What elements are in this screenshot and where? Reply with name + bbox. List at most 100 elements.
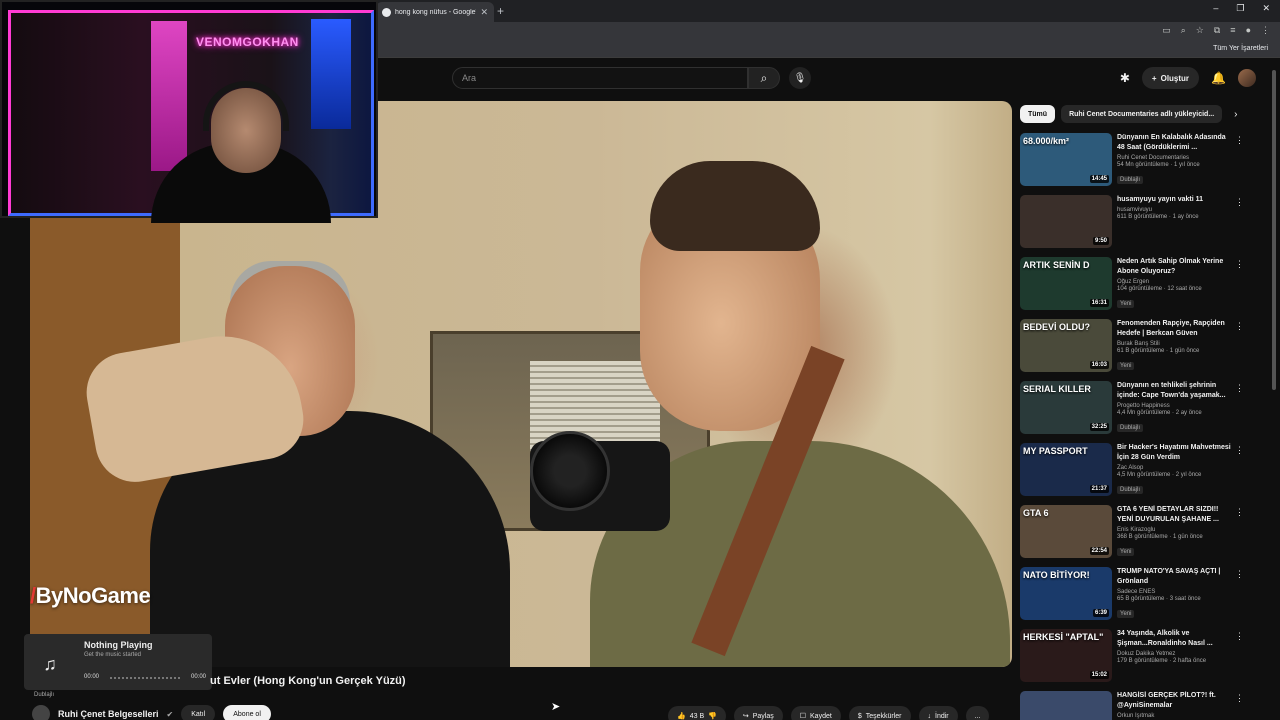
recommendation-title[interactable]: HANGİSİ GERÇEK PİLOT?! ft. @AyniSinemala… — [1117, 691, 1235, 711]
kebab-menu-icon[interactable]: ⋮ — [1235, 507, 1244, 518]
kebab-menu-icon[interactable]: ⋮ — [1235, 445, 1244, 456]
kebab-menu-icon[interactable]: ⋮ — [1235, 383, 1244, 394]
subscribe-button[interactable]: Abone ol — [223, 705, 271, 720]
bookmark-star-icon[interactable]: ☆ — [1196, 25, 1204, 36]
recommendation-channel[interactable]: Dokuz Dakika Yetmez — [1117, 651, 1235, 657]
chevron-right-icon[interactable]: › — [1234, 109, 1237, 120]
recommendation-item[interactable]: BEDEVİ OLDU? 16:03 Fenomenden Rapçiye, Rap… — [1020, 319, 1250, 381]
join-button[interactable]: Katıl — [181, 705, 216, 720]
voice-search-button[interactable]: 🎙 — [789, 67, 811, 89]
kebab-menu-icon[interactable]: ⋮ — [1235, 631, 1244, 642]
thanks-button[interactable]: $ Teşekkürler — [848, 706, 911, 720]
kebab-menu-icon[interactable]: ⋮ — [1235, 693, 1244, 704]
recommendation-title[interactable]: Neden Artık Sahip Olmak Yerine Abone Olu… — [1117, 257, 1235, 277]
recommendation-meta: 65 B görüntüleme · 3 saat önce — [1117, 596, 1201, 602]
recommendation-channel[interactable]: Orkun Işıtmak — [1117, 713, 1235, 719]
channel-avatar[interactable] — [32, 705, 50, 720]
recommendation-channel[interactable]: Sadece ENES — [1117, 589, 1235, 595]
recommendation-thumbnail[interactable]: MY PASSPORT 21:37 — [1020, 443, 1112, 496]
save-button[interactable]: ☐ Kaydet — [790, 706, 841, 720]
recommendation-thumbnail[interactable]: 9:50 — [1020, 195, 1112, 248]
recommendation-item[interactable]: HERKESİ "APTAL" 15:02 34 Yaşında, Alkolik … — [1020, 629, 1250, 691]
recommendation-title[interactable]: GTA 6 YENİ DETAYLAR SIZDI!! YENİ DUYURUL… — [1117, 505, 1235, 525]
recommendation-channel[interactable]: Burak Barış Stili — [1117, 341, 1235, 347]
thanks-icon: $ — [857, 712, 862, 720]
maximize-button[interactable]: ❐ — [1236, 3, 1244, 14]
recommendation-title[interactable]: Dünyanın En Kalabalık Adasında 48 Saat (… — [1117, 133, 1235, 153]
all-bookmarks-button[interactable]: Tüm Yer İşaretleri — [1213, 45, 1268, 52]
music-widget[interactable]: ♫ Nothing Playing Get the music started … — [24, 634, 212, 690]
close-window-button[interactable]: ✕ — [1262, 3, 1270, 14]
recommendation-thumbnail[interactable]: BEDEVİ OLDU? 16:03 — [1020, 319, 1112, 372]
recommendation-item[interactable]: HANGİSİ GERÇEK PİLOT?! ft. @AyniSinemala… — [1020, 691, 1250, 720]
bell-icon[interactable]: 🔔 — [1211, 71, 1226, 85]
recommendation-badge: Yeni — [1117, 548, 1135, 556]
browser-tab[interactable]: hong kong nüfus - Google'da A ✕ — [376, 2, 494, 22]
account-avatar[interactable] — [1238, 69, 1256, 87]
kebab-menu-icon[interactable]: ⋮ — [1235, 197, 1244, 208]
recommendation-thumbnail[interactable]: 68.000/km² 14:45 — [1020, 133, 1112, 186]
thanks-label: Teşekkürler — [865, 712, 902, 720]
recommendation-title[interactable]: Fenomenden Rapçiye, Rapçiden Hedefe | Be… — [1117, 319, 1235, 339]
recommendation-item[interactable]: NATO BİTİYOR! 6:39 TRUMP NATO'YA SAVAŞ AÇT… — [1020, 567, 1250, 629]
recommendation-title[interactable]: husamyuyu yayın vakti 11 — [1117, 195, 1235, 205]
channel-watermark: /ByNoGame — [30, 583, 151, 609]
thumbs-down-icon[interactable]: 👎 — [708, 712, 717, 720]
chip-all[interactable]: Tümü — [1020, 105, 1056, 123]
recommendation-item[interactable]: GTA 6 22:54 GTA 6 YENİ DETAYLAR SIZDI!! YE… — [1020, 505, 1250, 567]
music-note-icon: ♫ — [43, 653, 57, 674]
extensions-icon[interactable]: ⧉ — [1214, 25, 1220, 36]
recommendation-channel[interactable]: Progetto Happiness — [1117, 403, 1235, 409]
notification-extra-icon[interactable]: ✱ — [1120, 71, 1130, 85]
create-button[interactable]: + Oluştur — [1141, 67, 1200, 89]
kebab-menu-icon[interactable]: ⋮ — [1235, 569, 1244, 580]
new-tab-button[interactable]: + — [497, 4, 504, 18]
recommendation-badge: Yeni — [1117, 610, 1135, 618]
recommendation-title[interactable]: Bir Hacker's Hayatımı Mahvetmesi İçin 28… — [1117, 443, 1235, 463]
like-button[interactable]: 👍 43 B 👎 — [668, 706, 726, 720]
recommendation-item[interactable]: 68.000/km² 14:45 Dünyanın En Kalabalık Ada… — [1020, 133, 1250, 195]
kebab-menu-icon[interactable]: ⋮ — [1235, 259, 1244, 270]
more-actions-button[interactable]: ... — [965, 706, 990, 720]
channel-name[interactable]: Ruhi Çenet Belgeselleri — [58, 709, 159, 719]
recommendation-thumbnail[interactable]: GTA 6 22:54 — [1020, 505, 1112, 558]
recommendation-channel[interactable]: Zac Alsop — [1117, 465, 1235, 471]
dub-label: Dublajlı — [34, 692, 55, 698]
duration-badge: 16:31 — [1089, 299, 1109, 307]
video-person-right-hair — [650, 161, 820, 251]
recommendation-item[interactable]: 9:50 husamyuyu yayın vakti 11 husamvivuyu 6… — [1020, 195, 1250, 257]
recommendation-thumbnail[interactable] — [1020, 691, 1112, 720]
cast-icon[interactable]: ▭ — [1162, 25, 1171, 36]
chip-uploader[interactable]: Ruhi Cenet Documentaries adlı yükleyicid… — [1061, 105, 1223, 123]
recommendation-thumbnail[interactable]: ARTIK SENİN D 16:31 — [1020, 257, 1112, 310]
recommendation-thumbnail[interactable]: NATO BİTİYOR! 6:39 — [1020, 567, 1112, 620]
recommendation-item[interactable]: MY PASSPORT 21:37 Bir Hacker's Hayatımı Ma… — [1020, 443, 1250, 505]
kebab-menu-icon[interactable]: ⋮ — [1235, 135, 1244, 146]
minimize-button[interactable]: – — [1213, 3, 1218, 14]
recommendation-channel[interactable]: husamvivuyu — [1117, 207, 1235, 213]
music-progress-bar[interactable] — [110, 677, 180, 679]
search-input[interactable]: Ara — [452, 67, 748, 89]
recommendation-channel[interactable]: Ruhi Cenet Documentaries — [1117, 155, 1235, 161]
recommendation-title[interactable]: Dünyanın en tehlikeli şehrinin içinde: C… — [1117, 381, 1235, 401]
recommendation-item[interactable]: ARTIK SENİN D 16:31 Neden Artık Sahip Olma… — [1020, 257, 1250, 319]
duration-badge: 15:02 — [1089, 671, 1109, 679]
tab-close-icon[interactable]: ✕ — [480, 7, 488, 18]
recommendation-title[interactable]: 34 Yaşında, Alkolik ve Şişman...Ronaldin… — [1117, 629, 1235, 649]
share-button[interactable]: ↪ Paylaş — [733, 706, 783, 720]
recommendation-item[interactable]: SERIAL KILLER 32:25 Dünyanın en tehlikeli … — [1020, 381, 1250, 443]
kebab-menu-icon[interactable]: ⋮ — [1235, 321, 1244, 332]
recommendation-thumbnail[interactable]: SERIAL KILLER 32:25 — [1020, 381, 1112, 434]
recommendation-title[interactable]: TRUMP NATO'YA SAVAŞ AÇTI | Grönland — [1117, 567, 1235, 587]
zoom-icon[interactable]: ⌕ — [1181, 25, 1186, 36]
recommendation-channel[interactable]: Oğuz Ergen — [1117, 279, 1235, 285]
download-button[interactable]: ↓ İndir — [918, 706, 958, 720]
recommendation-meta: 104 görüntüleme · 12 saat önce — [1117, 286, 1202, 292]
search-button[interactable]: ⌕ — [748, 67, 780, 89]
recommendation-thumbnail[interactable]: HERKESİ "APTAL" 15:02 — [1020, 629, 1112, 682]
menu-icon[interactable]: ⋮ — [1261, 25, 1270, 36]
page-scrollbar[interactable] — [1272, 70, 1276, 390]
media-icon[interactable]: ≡ — [1230, 25, 1235, 36]
recommendation-channel[interactable]: Enis Kirazoglu — [1117, 527, 1235, 533]
profile-icon[interactable]: ● — [1246, 25, 1251, 36]
